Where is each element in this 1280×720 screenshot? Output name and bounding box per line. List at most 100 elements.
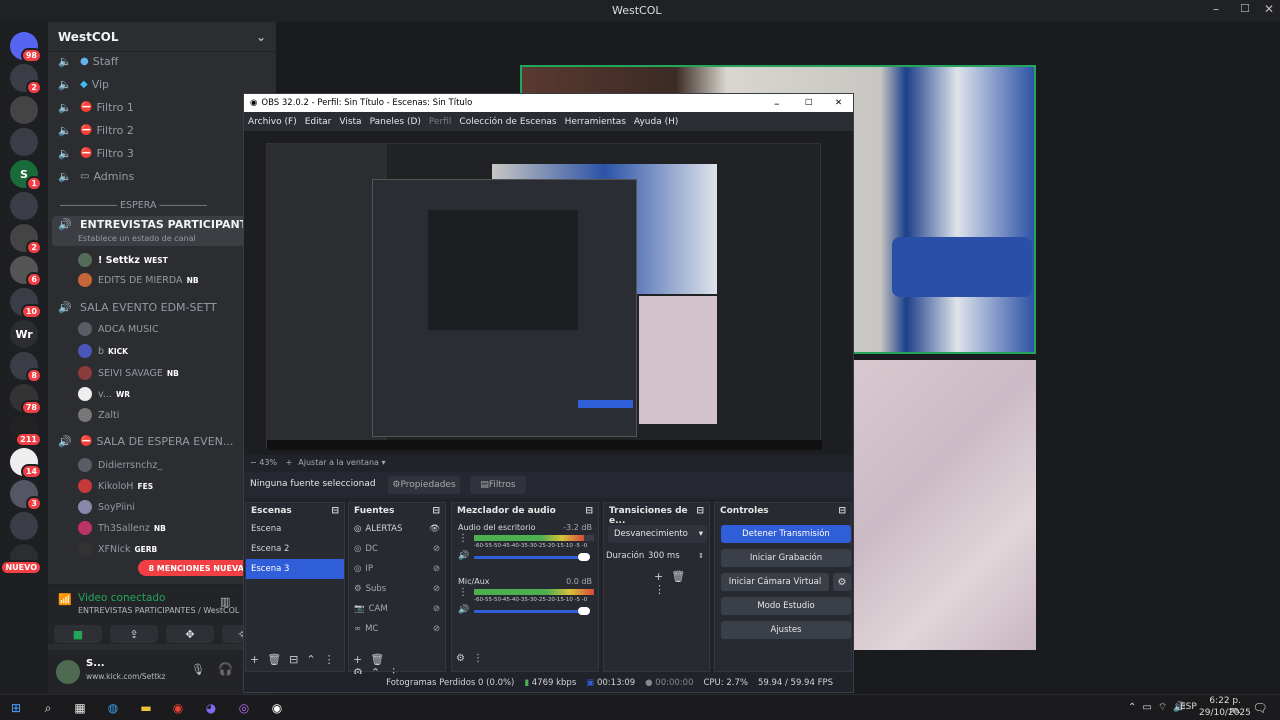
screen-share-button[interactable]: ⇪ bbox=[110, 625, 158, 643]
app-icon[interactable]: ◎ bbox=[236, 700, 252, 716]
maximize-icon[interactable]: ☐ bbox=[1240, 2, 1250, 15]
voice-channel-sala-espera[interactable]: 🔊⛔SALA DE ESPERA EVEN...1 bbox=[58, 435, 253, 448]
volume-icon[interactable]: 🔊 bbox=[458, 605, 469, 615]
voice-user[interactable]: ! Settkz WEST bbox=[78, 253, 168, 267]
channel-filtro2[interactable]: 🔈 ⛔ Filtro 2 bbox=[58, 124, 134, 137]
server-icon[interactable] bbox=[10, 192, 38, 220]
menu-herramientas[interactable]: Herramientas bbox=[565, 117, 626, 127]
scene-item[interactable]: Escena 2 bbox=[246, 539, 344, 559]
server-icon[interactable] bbox=[10, 96, 38, 124]
source-item[interactable]: ◎ IP ⊘ bbox=[349, 559, 445, 579]
settings-button[interactable]: Ajustes bbox=[721, 621, 851, 639]
menu-paneles[interactable]: Paneles (D) bbox=[370, 117, 421, 127]
soundboard-icon[interactable]: ▥ bbox=[220, 595, 230, 608]
voice-user[interactable]: SoyPiini bbox=[78, 500, 135, 514]
duration-input[interactable]: 300 ms ⇕ bbox=[648, 548, 704, 564]
channel-staff[interactable]: 🔈 ● Staff bbox=[58, 55, 118, 68]
filters-button[interactable]: ▤ Filtros bbox=[470, 476, 526, 494]
channel-status[interactable]: Establece un estado de canal bbox=[78, 234, 196, 243]
folder-icon[interactable]: ▬ bbox=[138, 700, 154, 716]
more-icon[interactable]: ⋮ bbox=[458, 587, 468, 598]
user-name[interactable]: S... bbox=[86, 658, 105, 669]
voice-user[interactable]: KikoloH FES bbox=[78, 479, 153, 493]
camera-button[interactable]: ■ bbox=[54, 625, 102, 643]
minimize-icon[interactable]: – bbox=[1213, 2, 1219, 16]
scene-item-selected[interactable]: Escena 3 bbox=[246, 559, 344, 579]
voice-user[interactable]: XFNick GERB bbox=[78, 542, 157, 556]
server-icon[interactable]: 3 bbox=[10, 480, 42, 511]
menu-coleccion[interactable]: Colección de Escenas bbox=[459, 117, 556, 127]
channel-admins[interactable]: 🔈 ▭ Admins bbox=[58, 170, 134, 183]
source-item[interactable]: ⚙ Subs ⊘ bbox=[349, 579, 445, 599]
server-icon[interactable]: 78 bbox=[10, 384, 42, 415]
studio-mode-button[interactable]: Modo Estudio bbox=[721, 597, 851, 615]
zoom-level[interactable]: − 43% + Ajustar a la ventana ▾ bbox=[250, 458, 386, 467]
avatar[interactable] bbox=[56, 660, 80, 684]
voice-path[interactable]: ENTREVISTAS PARTICIPANTES / WestCOL bbox=[78, 606, 239, 615]
channel-filtro3[interactable]: 🔈 ⛔ Filtro 3 bbox=[58, 147, 134, 160]
voice-user[interactable]: Th3Sallenz NB bbox=[78, 521, 166, 535]
category-divider[interactable]: ―――――― ESPERA ――――― bbox=[60, 200, 207, 211]
voice-user[interactable]: b KICK bbox=[78, 344, 128, 358]
task-view-icon[interactable]: ▦ bbox=[72, 700, 88, 716]
server-icon[interactable]: S1 bbox=[10, 160, 42, 191]
obs-preview[interactable] bbox=[244, 131, 853, 455]
menu-editar[interactable]: Editar bbox=[305, 117, 332, 127]
server-icon[interactable]: 211 bbox=[10, 416, 42, 447]
notification-icon[interactable]: 🗨 bbox=[1252, 700, 1268, 716]
search-icon[interactable]: ⌕ bbox=[40, 700, 56, 716]
menu-vista[interactable]: Vista bbox=[339, 117, 361, 127]
minimize-icon[interactable]: – bbox=[774, 97, 780, 110]
edge-icon[interactable]: ◍ bbox=[105, 700, 121, 716]
server-icon[interactable]: 6 bbox=[10, 256, 42, 287]
voice-user[interactable]: ADCA MUSIC bbox=[78, 322, 159, 336]
new-mentions-badge[interactable]: 8 MENCIONES NUEVAS bbox=[138, 560, 260, 576]
server-icon[interactable]: NUEVO bbox=[0, 544, 42, 575]
maximize-icon[interactable]: ☐ bbox=[805, 98, 813, 108]
obs-icon[interactable]: ◉ bbox=[269, 700, 285, 716]
voice-user[interactable]: EDITS DE MIERDA NB bbox=[78, 273, 199, 287]
voice-channel-entrevistas[interactable]: 🔊 ENTREVISTAS PARTICIPANTES bbox=[58, 218, 263, 231]
voice-user[interactable]: Didierrsnchz_ bbox=[78, 458, 162, 472]
start-recording-button[interactable]: Iniciar Grabación bbox=[721, 549, 851, 567]
discord-icon[interactable]: ◕ bbox=[203, 700, 219, 716]
properties-button[interactable]: ⚙ Propiedades bbox=[388, 476, 460, 494]
volume-icon[interactable]: 🔊 bbox=[458, 551, 469, 561]
gear-icon[interactable]: ⚙ bbox=[833, 573, 851, 591]
source-item[interactable]: 📷 CAM ⊘ bbox=[349, 599, 445, 619]
transition-select[interactable]: Desvanecimiento ▾ bbox=[608, 525, 707, 543]
voice-user[interactable]: Zalti bbox=[78, 408, 119, 422]
transition-toolbar[interactable]: +🗑⋮ bbox=[654, 570, 709, 596]
source-item[interactable]: ◎ DC ⊘ bbox=[349, 539, 445, 559]
camera-tile-2[interactable] bbox=[854, 360, 1036, 650]
menu-archivo[interactable]: Archivo (F) bbox=[248, 117, 297, 127]
server-icon[interactable]: Wr bbox=[10, 320, 38, 348]
channel-vip[interactable]: 🔈 ◆ Vip bbox=[58, 78, 109, 91]
menu-perfil[interactable]: Perfil bbox=[429, 117, 452, 127]
volume-slider[interactable] bbox=[474, 607, 590, 615]
server-icon[interactable] bbox=[10, 512, 38, 540]
activities-button[interactable]: ✥ bbox=[166, 625, 214, 643]
menu-ayuda[interactable]: Ayuda (H) bbox=[634, 117, 678, 127]
windows-start-icon[interactable]: ⊞ bbox=[8, 700, 24, 716]
virtual-camera-button[interactable]: Iniciar Cámara Virtual bbox=[721, 573, 829, 591]
source-item[interactable]: ◎ ALERTAS 👁 bbox=[349, 519, 445, 539]
stop-stream-button[interactable]: Detener Transmisión bbox=[721, 525, 851, 543]
close-icon[interactable]: ✕ bbox=[835, 98, 842, 108]
volume-slider[interactable] bbox=[474, 553, 590, 561]
server-icon[interactable]: 10 bbox=[10, 288, 42, 319]
server-icon[interactable]: 14 bbox=[10, 448, 42, 479]
voice-user[interactable]: SEIVI SAVAGE NB bbox=[78, 366, 179, 380]
microphone-icon[interactable]: 🎙 bbox=[191, 663, 205, 676]
server-header[interactable]: WestCOL ⌄ bbox=[48, 22, 276, 52]
clock-date[interactable]: 29/10/2025 bbox=[1199, 708, 1251, 718]
language-indicator[interactable]: ESP bbox=[1180, 702, 1197, 712]
more-icon[interactable]: ⋮ bbox=[458, 533, 468, 544]
voice-user[interactable]: v... WR bbox=[78, 387, 130, 401]
server-icon[interactable] bbox=[10, 128, 38, 156]
close-icon[interactable]: ✕ bbox=[1264, 2, 1274, 16]
server-icon[interactable]: 98 bbox=[10, 32, 42, 63]
source-item[interactable]: ∞ MC ⊘ bbox=[349, 619, 445, 639]
scene-item[interactable]: Escena bbox=[246, 519, 344, 539]
server-icon[interactable]: 8 bbox=[10, 352, 42, 383]
